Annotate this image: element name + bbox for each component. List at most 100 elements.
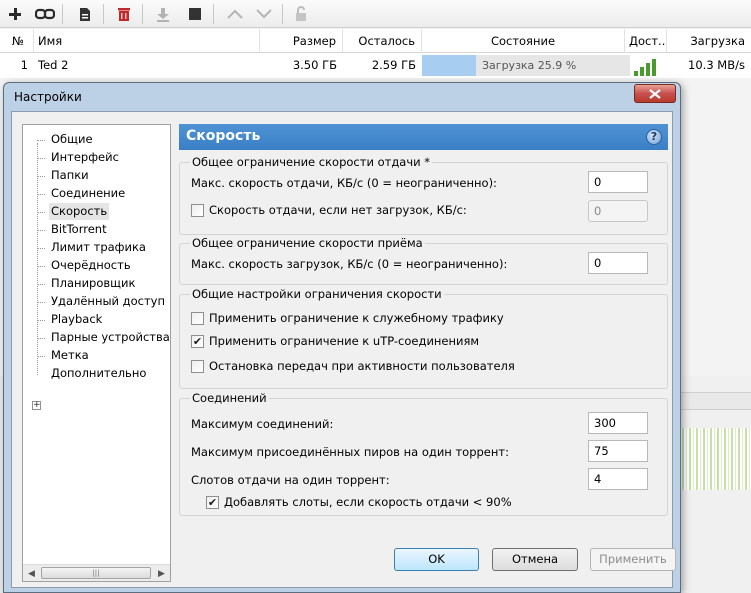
availability-signal-icon (632, 58, 662, 76)
max-peers-input[interactable]: 75 (588, 440, 648, 462)
tree-guide-line (37, 194, 45, 195)
torrent-status: Загрузка 25.9 % (482, 59, 577, 72)
tree-item[interactable]: Удалённый доступ (49, 293, 167, 310)
max-download-input[interactable]: 0 (588, 252, 648, 274)
tree-item[interactable]: Соединение (49, 185, 127, 202)
tree-item[interactable]: Playback (49, 311, 104, 328)
stop-icon[interactable] (184, 3, 206, 25)
column-header-number[interactable]: № (0, 29, 34, 53)
download-icon[interactable] (152, 3, 174, 25)
tree-guide-line (37, 266, 45, 267)
tree-item[interactable]: Интерфейс (49, 149, 121, 166)
tree-guide-line (37, 356, 45, 357)
upload-limit-group: Общее ограничение скорости отдачи * Макс… (179, 155, 668, 235)
add-icon[interactable] (4, 3, 26, 25)
tree-item[interactable]: Очерёдность (49, 257, 133, 274)
torrent-number: 1 (20, 58, 28, 72)
max-connections-label: Максимум соединений: (191, 417, 334, 431)
stop-on-activity-checkbox[interactable] (191, 360, 204, 373)
tree-guide-line (37, 140, 45, 141)
group-title: Общее ограничение скорости приёма (190, 236, 425, 250)
scroll-right-icon[interactable]: ▶ (153, 565, 170, 581)
download-limit-group: Общее ограничение скорости приёма Макс. … (179, 236, 668, 285)
upload-slots-label: Слотов отдачи на один торрент: (191, 473, 390, 487)
tree-guide-line (37, 248, 45, 249)
column-header-status[interactable]: Состояние (422, 29, 625, 53)
lock-icon[interactable] (290, 3, 312, 25)
tree-item[interactable]: BitTorrent (49, 221, 109, 238)
max-peers-label: Максимум присоединённых пиров на один то… (191, 445, 509, 459)
tree-item[interactable]: Дополнительно (49, 365, 148, 382)
scroll-thumb[interactable]: ||| (41, 567, 151, 579)
scroll-left-icon[interactable]: ◀ (23, 565, 40, 581)
tree-item[interactable]: Парные устройства (49, 329, 170, 346)
group-title: Общие настройки ограничения скорости (190, 287, 444, 301)
toolbar-separator (103, 4, 104, 24)
stop-on-activity-label: Остановка передач при активности пользов… (209, 359, 515, 373)
tree-item[interactable]: Общие (49, 131, 95, 148)
torrent-list-header: № Имя Размер Осталось Состояние Дост... … (0, 29, 751, 53)
dialog-titlebar[interactable]: Настройки (4, 83, 680, 111)
tree-guide-line (37, 338, 45, 339)
close-icon (649, 88, 661, 99)
column-header-remaining[interactable]: Осталось (343, 29, 422, 53)
tree-item[interactable]: Лимит трафика (49, 239, 148, 256)
settings-dialog: Настройки Общие Интерфейс Папки Соединение С… (3, 82, 681, 593)
max-connections-input[interactable]: 300 (588, 412, 648, 434)
dialog-title: Настройки (14, 90, 82, 104)
toolbar-separator (62, 4, 63, 24)
down-icon[interactable] (253, 3, 275, 25)
limit-overhead-label: Применить ограничение к служебному трафи… (209, 311, 504, 325)
torrent-remaining: 2.59 ГБ (371, 58, 416, 72)
torrent-progress-bar: Загрузка 25.9 % (422, 55, 630, 76)
cancel-button[interactable]: Отмена (492, 548, 578, 571)
tree-item[interactable]: Планировщик (49, 275, 137, 292)
ok-button[interactable]: OK (394, 548, 479, 571)
file-icon[interactable] (74, 3, 96, 25)
tree-horizontal-scrollbar[interactable]: ◀ ||| ▶ (23, 564, 170, 581)
group-title: Общее ограничение скорости отдачи * (190, 155, 432, 169)
tree-guide-line (37, 176, 45, 177)
column-header-size[interactable]: Размер (260, 29, 343, 53)
limit-utp-label: Применить ограничение к uTP-соединениям (209, 334, 480, 348)
torrent-download-speed: 10.3 MB/s (688, 58, 745, 72)
column-header-download[interactable]: Загрузка (667, 29, 751, 53)
section-title: Скорость (186, 128, 261, 144)
section-header: Скорость ? (179, 124, 668, 150)
tree-item[interactable]: Метка (49, 347, 91, 364)
close-button[interactable] (634, 84, 676, 103)
max-upload-input[interactable]: 0 (588, 171, 648, 193)
toolbar-separator (142, 4, 143, 24)
delete-icon[interactable] (113, 3, 135, 25)
settings-tree[interactable]: Общие Интерфейс Папки Соединение Скорость Bit… (22, 124, 171, 582)
torrent-size: 3.50 ГБ (292, 58, 337, 72)
tree-guide-line (37, 284, 45, 285)
tree-guide-line (37, 230, 45, 231)
limit-overhead-checkbox[interactable] (191, 312, 204, 325)
main-toolbar (0, 0, 751, 28)
up-icon[interactable] (224, 3, 246, 25)
torrent-row[interactable]: 1 Ted 2 3.50 ГБ 2.59 ГБ Загрузка 25.9 % … (0, 53, 751, 78)
idle-upload-checkbox[interactable] (191, 204, 204, 217)
tree-item[interactable]: Скорость (49, 203, 110, 220)
scroll-grip: ||| (92, 569, 100, 577)
tree-guide-line (37, 320, 45, 321)
limit-utp-checkbox[interactable]: ✔ (191, 335, 204, 348)
tree-guide-line (37, 158, 45, 159)
apply-button[interactable]: Применить (590, 548, 676, 571)
tree-guide-line (37, 212, 45, 213)
idle-upload-input[interactable]: 0 (588, 200, 648, 222)
toolbar-separator (213, 4, 214, 24)
link-icon[interactable] (34, 3, 56, 25)
expand-icon[interactable]: + (32, 401, 41, 410)
help-icon[interactable]: ? (646, 129, 662, 145)
column-header-availability[interactable]: Дост... (625, 29, 667, 53)
toolbar-separator (282, 4, 283, 24)
column-header-name[interactable]: Имя (34, 29, 260, 53)
add-slots-checkbox[interactable]: ✔ (206, 496, 219, 509)
max-upload-label: Макс. скорость отдачи, КБ/с (0 = неогран… (191, 176, 497, 190)
tree-guide-line (37, 302, 45, 303)
upload-slots-input[interactable]: 4 (588, 468, 648, 490)
dialog-body: Общие Интерфейс Папки Соединение Скорость Bit… (11, 111, 676, 588)
tree-item[interactable]: Папки (49, 167, 91, 184)
